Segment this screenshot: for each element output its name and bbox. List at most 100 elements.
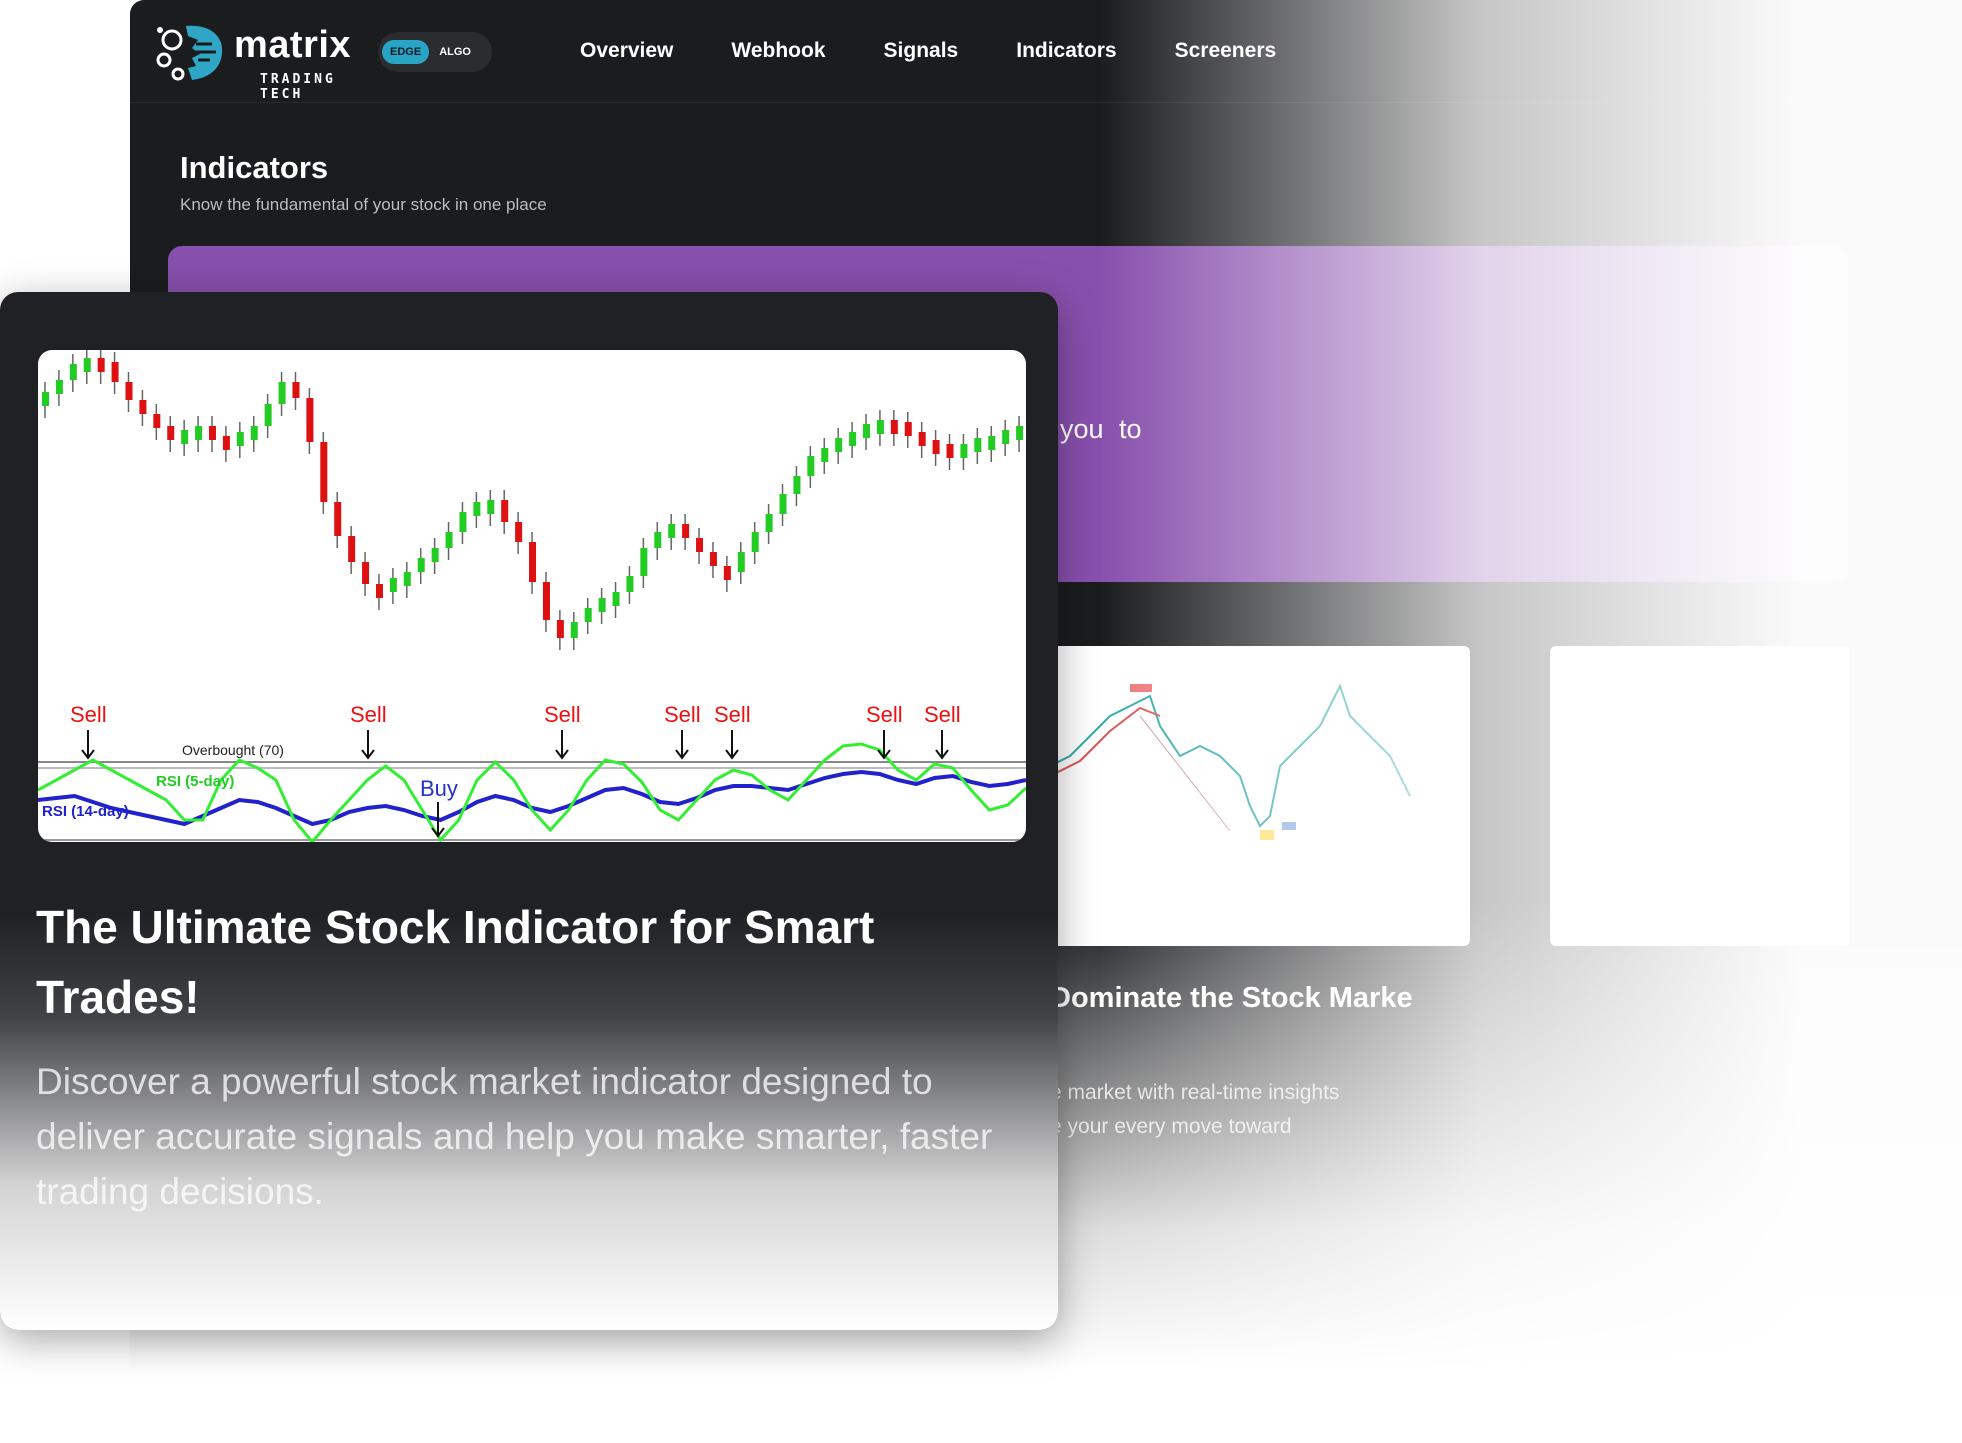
rsi-chart-image: Overbought (70) RSI (5-day) RSI (14-day)… <box>38 350 1026 842</box>
candle <box>389 578 397 592</box>
candle <box>403 572 411 586</box>
candle <box>654 532 662 548</box>
candle <box>668 524 676 538</box>
rsi-chart-svg: Overbought (70) RSI (5-day) RSI (14-day)… <box>38 350 1026 842</box>
candle <box>849 432 857 446</box>
rsi5-label: RSI (5-day) <box>156 773 234 790</box>
top-navbar: matrix TRADING TECH EDGE ALGO Overview W… <box>130 0 1962 103</box>
candle <box>306 398 314 442</box>
candle <box>320 442 328 502</box>
nav-webhook[interactable]: Webhook <box>731 39 825 63</box>
signal-arrow-icon <box>555 730 569 760</box>
plan-algo-label: ALGO <box>439 46 471 58</box>
candle <box>375 584 383 598</box>
candle <box>473 502 481 516</box>
candle <box>1002 430 1010 444</box>
candle <box>640 548 648 576</box>
candle <box>696 538 704 552</box>
card3-chart-image[interactable] <box>1550 646 1850 946</box>
candle <box>459 512 467 532</box>
candle <box>904 422 912 436</box>
candle <box>793 476 801 494</box>
matrix-logo[interactable]: matrix TRADING TECH <box>152 18 352 102</box>
candle <box>946 444 954 458</box>
card2-title: Dominate the Stock Marke <box>1050 982 1413 1014</box>
signal-arrow-icon <box>81 730 95 760</box>
candle <box>542 582 550 620</box>
candle <box>682 524 690 538</box>
sell-signal-label: Sell <box>350 702 387 727</box>
candle <box>125 382 133 400</box>
candle <box>765 514 773 532</box>
candle <box>709 552 717 566</box>
candle <box>431 548 439 562</box>
card-title: The Ultimate Stock Indicator for Smart T… <box>36 901 875 1023</box>
candle <box>292 382 300 398</box>
nav-signals[interactable]: Signals <box>884 39 959 63</box>
sell-signal-label: Sell <box>70 702 107 727</box>
candle <box>487 500 495 514</box>
signal-arrow-icon <box>725 730 739 760</box>
overbought-label: Overbought (70) <box>182 742 284 758</box>
candle <box>612 592 620 606</box>
sell-signal-label: Sell <box>714 702 751 727</box>
candle <box>167 426 175 440</box>
card2-chart-image[interactable] <box>1050 646 1470 946</box>
indicator-card[interactable]: Overbought (70) RSI (5-day) RSI (14-day)… <box>0 292 1058 1330</box>
sell-signal-label: Sell <box>924 702 961 727</box>
candle <box>821 448 829 462</box>
candle <box>988 436 996 450</box>
candle <box>876 420 884 434</box>
candle <box>807 456 815 476</box>
candlesticks <box>42 350 1024 650</box>
candle <box>751 532 759 552</box>
candle <box>863 424 871 438</box>
signal-arrow-icon <box>675 730 689 760</box>
sell-signal-label: Sell <box>664 702 701 727</box>
signal-arrow-icon <box>877 730 891 760</box>
candle <box>236 432 244 446</box>
candle <box>348 536 356 562</box>
candle <box>208 426 216 440</box>
candle <box>584 608 592 622</box>
page-subtitle: Know the fundamental of your stock in on… <box>180 195 547 214</box>
candle <box>334 502 342 536</box>
candle <box>737 552 745 572</box>
candle <box>83 358 91 372</box>
candle <box>515 522 523 542</box>
candle <box>153 414 161 428</box>
candle <box>250 426 258 440</box>
page-title: Indicators <box>180 150 329 185</box>
candle <box>278 382 286 404</box>
candle <box>222 436 230 450</box>
card-description: Discover a powerful stock market indicat… <box>36 1061 993 1212</box>
candle <box>69 364 77 380</box>
nav-screeners[interactable]: Screeners <box>1175 39 1277 63</box>
signal-arrow-icon <box>935 730 949 760</box>
candle <box>445 532 453 548</box>
candle <box>181 430 189 444</box>
candle <box>960 444 968 458</box>
plan-edge-label: EDGE <box>382 40 430 64</box>
candle <box>570 622 578 638</box>
nav-overview[interactable]: Overview <box>580 39 673 63</box>
rsi5-line <box>38 742 1026 842</box>
plan-badge[interactable]: EDGE ALGO <box>378 32 492 72</box>
sell-signal-label: Sell <box>544 702 581 727</box>
candle <box>501 500 509 522</box>
candle <box>111 362 119 382</box>
card2-desc-line-1: e market with real-time insights <box>1050 1081 1340 1104</box>
candle <box>195 426 203 440</box>
candle <box>42 392 49 406</box>
card2-chart-svg <box>1050 683 1411 840</box>
candle <box>1016 426 1024 440</box>
buy-signal-label: Buy <box>420 776 458 801</box>
rsi14-label: RSI (14-day) <box>42 803 129 820</box>
nav-links: Overview Webhook Signals Indicators Scre… <box>580 0 1276 102</box>
candle <box>417 558 425 572</box>
logo-tagline: TRADING TECH <box>260 72 336 102</box>
candle <box>918 432 926 446</box>
candle <box>264 404 272 426</box>
nav-indicators[interactable]: Indicators <box>1016 39 1116 63</box>
sell-signal-label: Sell <box>866 702 903 727</box>
